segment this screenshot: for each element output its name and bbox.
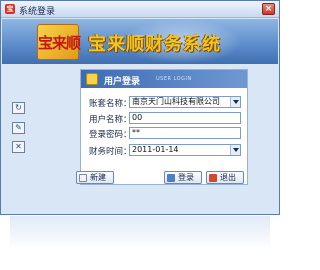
app-name: 宝来顺财务系统 <box>88 34 221 55</box>
login-button-label: 登录 <box>178 173 194 182</box>
user-input[interactable]: 00 <box>129 112 241 124</box>
new-button-label: 新建 <box>90 173 106 182</box>
window-title: 系统登录 <box>19 7 56 17</box>
app-icon: 宝 <box>5 4 15 14</box>
account-value: 南京天门山科技有限公司 <box>132 97 220 106</box>
login-button[interactable]: 登录 <box>164 171 202 184</box>
new-button[interactable]: 新建 <box>76 171 114 184</box>
user-icon <box>86 73 98 85</box>
user-value: 00 <box>132 113 143 122</box>
logo-text: 宝来顺 <box>38 34 81 52</box>
password-input[interactable]: ** <box>129 127 241 139</box>
login-window: 宝 系统登录 × 宝来顺 宝来顺财务系统 ↻ ✎ ✕ 用户登录 USER LOG… <box>0 0 280 215</box>
side-toolbar: ↻ ✎ ✕ <box>2 65 29 214</box>
exit-button[interactable]: 退出 <box>206 171 244 184</box>
banner: 宝来顺 宝来顺财务系统 <box>2 19 278 64</box>
date-value: 2011-01-14 <box>132 145 179 154</box>
chevron-down-icon[interactable] <box>230 97 240 107</box>
date-row: 财务时间： 2011-01-14 <box>81 144 247 157</box>
close-icon[interactable]: ✕ <box>12 141 25 153</box>
login-icon <box>167 174 175 182</box>
title-bar[interactable]: 宝 系统登录 × <box>1 1 279 18</box>
user-label: 用户名称： <box>89 115 132 125</box>
window-shadow <box>10 216 270 250</box>
date-label: 财务时间： <box>89 147 132 157</box>
panel-subtitle: USER LOGIN <box>156 76 192 82</box>
account-label: 账套名称： <box>89 99 132 109</box>
date-picker[interactable]: 2011-01-14 <box>129 144 241 156</box>
chevron-down-icon[interactable] <box>230 145 240 155</box>
brand-logo: 宝来顺 <box>37 24 81 60</box>
password-value: ** <box>132 128 140 137</box>
window-close-button[interactable]: × <box>262 3 275 15</box>
exit-button-label: 退出 <box>220 173 236 182</box>
exit-icon <box>209 174 217 182</box>
account-row: 账套名称： 南京天门山科技有限公司 <box>81 96 247 109</box>
new-icon <box>79 174 87 182</box>
edit-icon[interactable]: ✎ <box>12 122 25 134</box>
panel-header: 用户登录 USER LOGIN <box>81 70 247 88</box>
password-label: 登录密码： <box>89 130 132 140</box>
account-select[interactable]: 南京天门山科技有限公司 <box>129 96 241 108</box>
password-row: 登录密码： ** <box>81 127 247 140</box>
refresh-icon[interactable]: ↻ <box>12 102 25 114</box>
login-panel: 用户登录 USER LOGIN 账套名称： 南京天门山科技有限公司 用户名称： … <box>76 69 248 185</box>
button-row: 新建 登录 退出 <box>76 171 247 185</box>
user-row: 用户名称： 00 <box>81 112 247 125</box>
panel-title: 用户登录 <box>104 77 141 87</box>
